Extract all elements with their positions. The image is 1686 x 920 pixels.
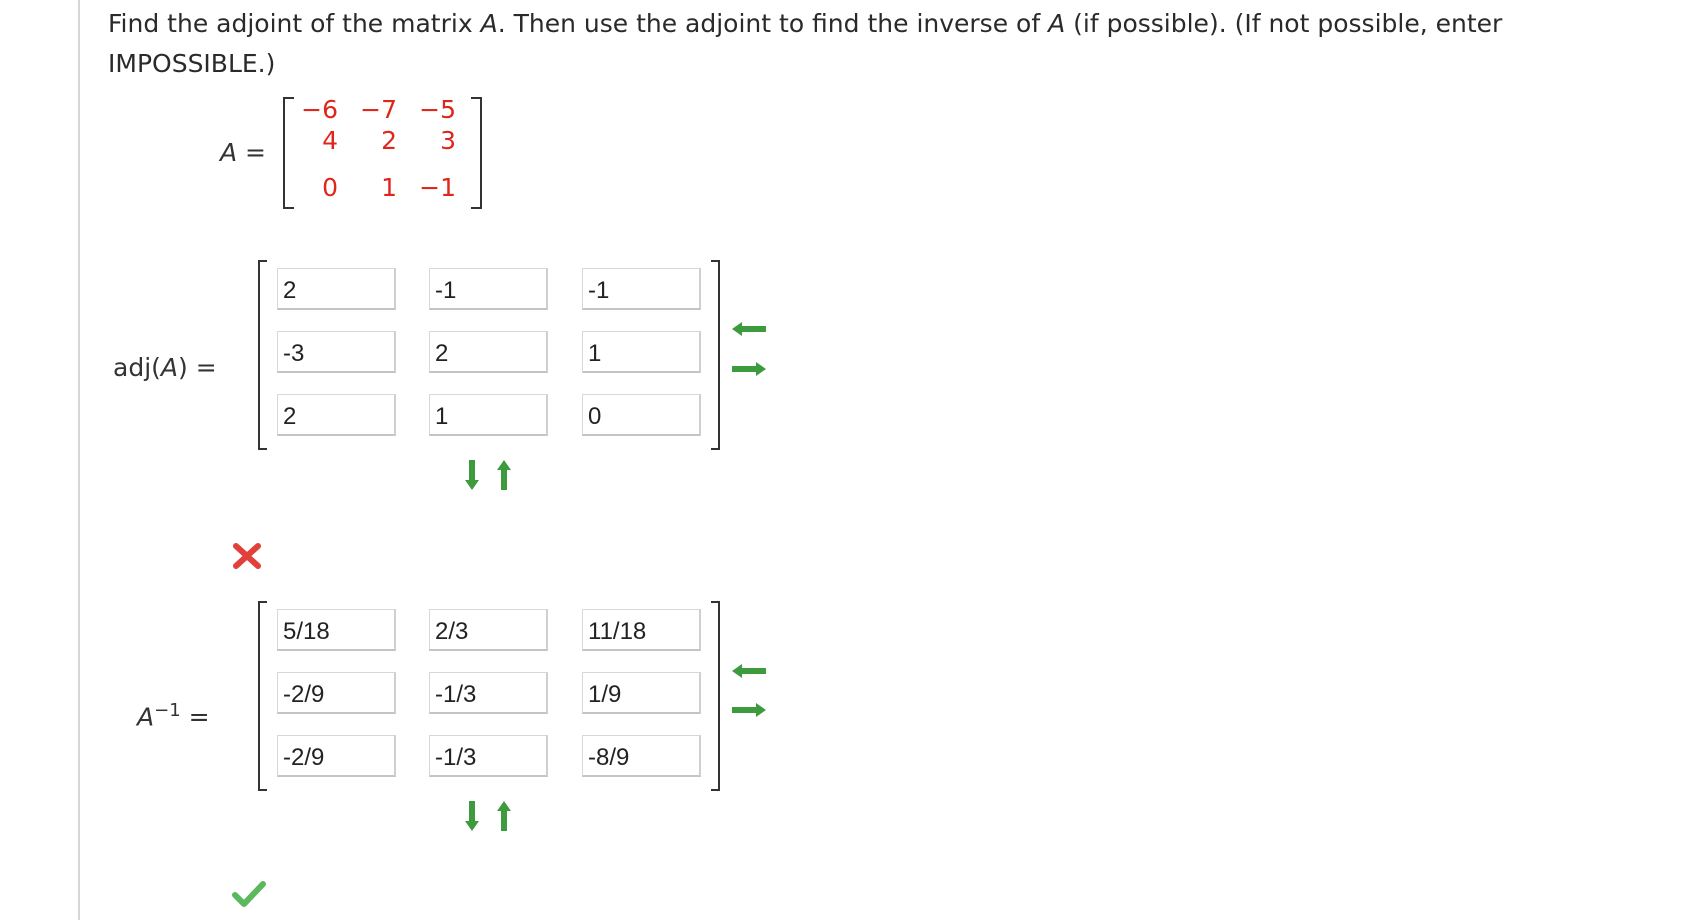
inverse-input-cell[interactable]: 2/3 [429, 609, 548, 651]
inverse-input-cell[interactable]: -1/3 [429, 672, 548, 714]
adj-input-cell[interactable]: 2 [277, 268, 396, 310]
adj-bracket-right [711, 260, 720, 450]
matrix-a-entry: 3 [440, 126, 456, 155]
adj-input-cell[interactable]: 2 [429, 331, 548, 373]
check-mark-icon [232, 881, 266, 907]
inverse-input-cell[interactable]: 5/18 [277, 609, 396, 651]
matrix-a-entry: −5 [419, 95, 456, 124]
matrix-a-entry: 1 [381, 173, 397, 202]
question-part-4: IMPOSSIBLE.) [108, 49, 276, 78]
matrix-a-bracket-left [283, 97, 294, 209]
matrix-a-entry: 2 [381, 126, 397, 155]
add-row-arrow-icon[interactable] [465, 801, 479, 831]
question-text: Find the adjoint of the matrix A. Then u… [108, 4, 1668, 84]
question-part-2: . Then use the adjoint to find the inver… [497, 9, 1049, 38]
inverse-bracket-left [258, 601, 267, 791]
inverse-label: A−1 = [137, 700, 210, 732]
question-part-1: Find the adjoint of the matrix [108, 9, 481, 38]
add-column-arrow-icon[interactable] [732, 703, 766, 717]
adj-input-cell[interactable]: 1 [429, 394, 548, 436]
matrix-a-entry: 0 [322, 173, 338, 202]
inverse-input-cell[interactable]: -8/9 [582, 735, 701, 777]
question-var-a-2: A [1048, 9, 1066, 38]
adj-input-cell[interactable]: -1 [429, 268, 548, 310]
inverse-bracket-right [711, 601, 720, 791]
inverse-input-cell[interactable]: -2/9 [277, 735, 396, 777]
inverse-input-cell[interactable]: 11/18 [582, 609, 701, 651]
adj-label: adj(A) = [113, 353, 217, 382]
question-var-a: A [480, 9, 498, 38]
x-mark-icon [233, 543, 261, 569]
remove-row-arrow-icon[interactable] [497, 460, 511, 490]
matrix-a-entry: 4 [322, 126, 338, 155]
inverse-input-cell[interactable]: -2/9 [277, 672, 396, 714]
matrix-a-bracket-right [471, 97, 482, 209]
remove-row-arrow-icon[interactable] [497, 801, 511, 831]
adj-input-cell[interactable]: 2 [277, 394, 396, 436]
add-row-arrow-icon[interactable] [465, 460, 479, 490]
question-part-3: (if possible). (If not possible, enter [1065, 9, 1503, 38]
adj-input-cell[interactable]: -1 [582, 268, 701, 310]
remove-column-arrow-icon[interactable] [732, 322, 766, 336]
add-column-arrow-icon[interactable] [732, 362, 766, 376]
adj-input-cell[interactable]: -3 [277, 331, 396, 373]
adj-bracket-left [258, 260, 267, 450]
left-rule [78, 0, 80, 920]
matrix-a-entry: −1 [419, 173, 456, 202]
matrix-a-label: A = [220, 138, 267, 167]
adj-input-cell[interactable]: 1 [582, 331, 701, 373]
inverse-input-cell[interactable]: 1/9 [582, 672, 701, 714]
remove-column-arrow-icon[interactable] [732, 664, 766, 678]
matrix-a-entry: −6 [301, 95, 338, 124]
adj-input-cell[interactable]: 0 [582, 394, 701, 436]
inverse-input-cell[interactable]: -1/3 [429, 735, 548, 777]
matrix-a-entry: −7 [360, 95, 397, 124]
